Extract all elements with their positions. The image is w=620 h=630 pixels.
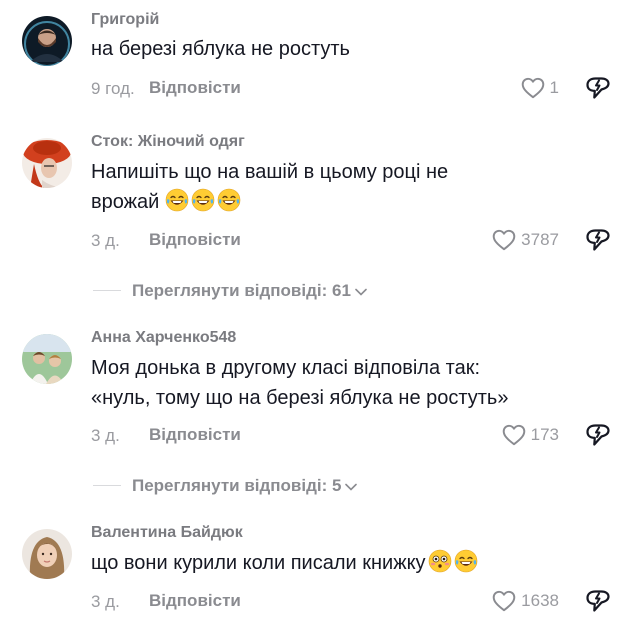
view-replies[interactable]: Переглянути відповіді: 61 [0,277,620,303]
like-button[interactable]: 1638 [491,588,559,614]
dislike-button[interactable] [585,75,611,106]
laughing-emoji-icon [454,549,478,573]
like-count: 1638 [521,591,559,610]
dislike-icon [585,227,611,253]
comment-text: Моя донька в другому класі відповіла так… [91,357,509,409]
view-replies-button[interactable]: Переглянути відповіді: 5 [132,476,358,496]
heart-icon [501,422,527,448]
timestamp: 3 д. [91,592,120,611]
comment-meta: 9 год. Відповісти 1 [91,75,611,101]
comment-meta: 3 д. Відповісти 173 [91,422,611,448]
avatar[interactable] [22,16,72,66]
like-button[interactable]: 3787 [491,227,559,253]
laughing-emoji-icon [191,188,215,212]
heart-icon [520,75,546,101]
avatar[interactable] [22,334,72,384]
heart-icon [491,227,517,253]
timestamp: 3 д. [91,231,120,250]
avatar[interactable] [22,529,72,579]
view-replies[interactable]: Переглянути відповіді: 5 [0,472,620,498]
dislike-icon [585,588,611,614]
timestamp: 9 год. [91,79,135,98]
dislike-icon [585,422,611,448]
avatar[interactable] [22,138,72,188]
view-replies-button[interactable]: Переглянути відповіді: 61 [132,281,367,301]
like-count: 1 [549,78,559,97]
like-count: 173 [530,425,559,444]
view-replies-label: Переглянути відповіді: 5 [132,476,342,495]
dislike-button[interactable] [585,227,611,258]
reply-button[interactable]: Відповісти [149,230,241,250]
timestamp: 3 д. [91,426,120,445]
comment-text: що вони курили коли писали книжку [91,548,606,578]
username[interactable]: Григорій [91,11,159,29]
divider [93,485,121,486]
flushed-emoji-icon [428,549,452,573]
username[interactable]: Сток: Жіночий одяг [91,133,245,151]
comment-text: Напишіть що на вашій в цьому році не вро… [91,157,606,217]
comment-meta: 3 д. Відповісти 3787 [91,227,611,253]
view-replies-label: Переглянути відповіді: 61 [132,281,351,300]
chevron-down-icon [345,483,358,491]
username[interactable]: Анна Харченко548 [91,329,236,347]
like-button[interactable]: 1 [520,75,559,101]
comment-text: на березі яблука не ростуть [91,38,350,60]
like-count: 3787 [521,230,559,249]
laughing-emoji-icon [217,188,241,212]
chevron-down-icon [355,288,367,296]
comment-meta: 3 д. Відповісти 1638 [91,588,611,614]
reply-button[interactable]: Відповісти [149,591,241,611]
username[interactable]: Валентина Байдюк [91,524,243,542]
heart-icon [491,588,517,614]
dislike-icon [585,75,611,101]
reply-button[interactable]: Відповісти [149,425,241,445]
reply-button[interactable]: Відповісти [149,78,241,98]
emoji-laugh [159,191,241,213]
dislike-button[interactable] [585,588,611,619]
comment-text-content: Напишіть що на вашій в цьому році не вро… [91,161,449,213]
like-button[interactable]: 173 [501,422,559,448]
comment-text-content: що вони курили коли писали книжку [91,552,426,574]
divider [93,290,121,291]
dislike-button[interactable] [585,422,611,453]
laughing-emoji-icon [165,188,189,212]
